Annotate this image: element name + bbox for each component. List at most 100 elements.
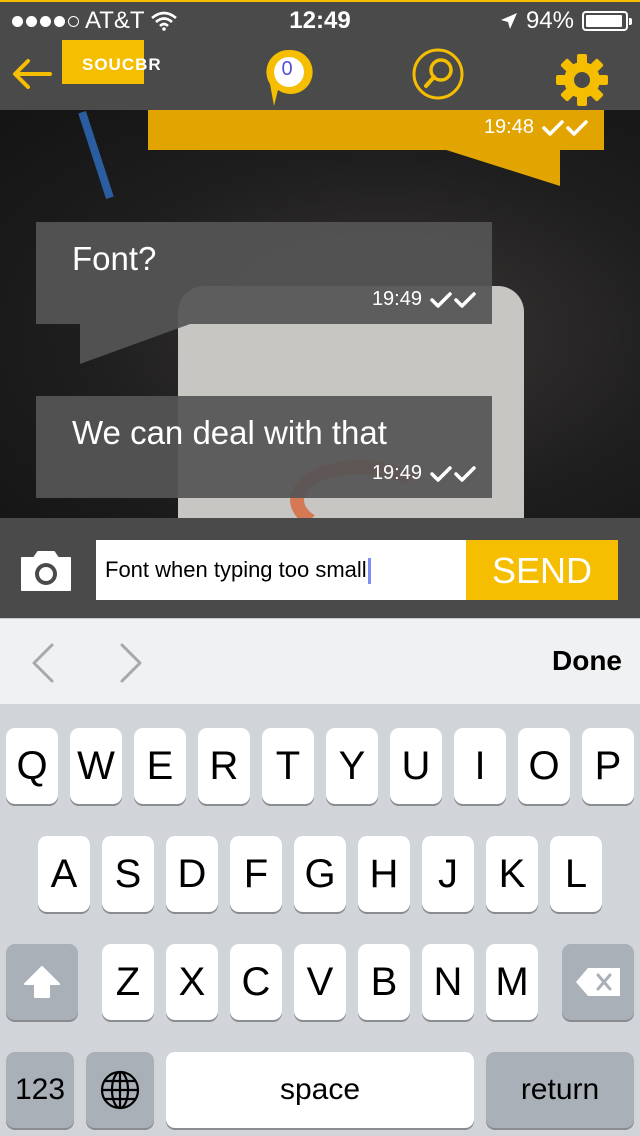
key-a[interactable]: A <box>38 836 90 912</box>
space-key-label: space <box>279 1073 361 1106</box>
return-key-label: return <box>520 1073 600 1106</box>
key-label: T <box>275 743 301 788</box>
message-meta: 19:49 <box>372 288 478 311</box>
chat-area[interactable]: 19:48 Font? 19:49 We can deal with that … <box>0 110 640 518</box>
message-text: We can deal with that <box>72 414 387 451</box>
notification-count: 0 <box>281 58 293 80</box>
key-d[interactable]: D <box>166 836 218 912</box>
key-label: Y <box>338 743 366 788</box>
key-label: K <box>498 851 526 896</box>
message-meta: 19:48 <box>484 116 590 139</box>
send-button[interactable]: SEND <box>466 540 618 600</box>
double-check-icon <box>430 465 476 482</box>
key-l[interactable]: L <box>550 836 602 912</box>
key-t[interactable]: T <box>262 728 314 804</box>
key-v[interactable]: V <box>294 944 346 1020</box>
key-label: G <box>304 851 336 896</box>
chevron-right-icon[interactable] <box>110 641 150 685</box>
key-p[interactable]: P <box>582 728 634 804</box>
status-right: 94% <box>500 7 632 35</box>
key-i[interactable]: I <box>454 728 506 804</box>
chevron-left-icon[interactable] <box>24 641 64 685</box>
key-x[interactable]: X <box>166 944 218 1020</box>
status-bar: AT&T 12:49 94% <box>0 0 640 40</box>
incoming-message[interactable]: Font? 19:49 <box>36 222 492 324</box>
message-input[interactable]: Font when typing too small <box>96 540 466 600</box>
message-meta: 19:49 <box>372 462 478 485</box>
key-label: M <box>495 959 529 1004</box>
key-label: J <box>438 851 458 896</box>
camera-icon[interactable] <box>18 548 74 594</box>
delete-key[interactable] <box>562 944 634 1020</box>
key-label: Q <box>16 743 48 788</box>
outgoing-message-tail <box>440 148 560 186</box>
key-y[interactable]: Y <box>326 728 378 804</box>
key-label: F <box>243 851 269 896</box>
key-label: U <box>401 743 431 788</box>
key-b[interactable]: B <box>358 944 410 1020</box>
key-label: A <box>50 851 78 896</box>
app-logo: SOUCBR <box>62 40 161 84</box>
key-label: P <box>594 743 622 788</box>
message-time: 19:49 <box>371 288 422 310</box>
keyboard: QWERTYUIOP ASDFGHJKL ZXCVBNM 123 space r… <box>0 704 640 1136</box>
composer-bar: Font when typing too small SEND <box>0 518 640 618</box>
key-label: L <box>564 851 588 896</box>
key-label: I <box>474 743 486 788</box>
key-n[interactable]: N <box>422 944 474 1020</box>
globe-icon <box>100 1070 140 1110</box>
key-u[interactable]: U <box>390 728 442 804</box>
numbers-key-label: 123 <box>14 1073 66 1106</box>
key-label: C <box>241 959 271 1004</box>
message-time: 19:48 <box>483 116 534 138</box>
incoming-message[interactable]: We can deal with that 19:49 <box>36 396 492 498</box>
key-h[interactable]: H <box>358 836 410 912</box>
message-text: Font? <box>72 240 157 277</box>
nav-bar: SOUCBR 0 <box>0 40 640 110</box>
notifications-button[interactable]: 0 <box>266 48 318 108</box>
shift-key[interactable] <box>6 944 78 1020</box>
key-q[interactable]: Q <box>6 728 58 804</box>
gear-icon[interactable] <box>554 52 610 108</box>
key-o[interactable]: O <box>518 728 570 804</box>
key-label: N <box>433 959 463 1004</box>
return-key[interactable]: return <box>486 1052 634 1128</box>
key-label: S <box>114 851 142 896</box>
keyboard-accessory-bar: Done <box>0 618 640 704</box>
message-time: 19:49 <box>371 462 422 484</box>
message-input-value: Font when typing too small <box>105 557 367 582</box>
key-e[interactable]: E <box>134 728 186 804</box>
numbers-key[interactable]: 123 <box>6 1052 74 1128</box>
key-w[interactable]: W <box>70 728 122 804</box>
key-k[interactable]: K <box>486 836 538 912</box>
outgoing-message[interactable]: 19:48 <box>148 110 604 150</box>
key-f[interactable]: F <box>230 836 282 912</box>
key-label: X <box>178 959 206 1004</box>
status-accent-line <box>0 0 640 2</box>
search-icon[interactable] <box>410 46 466 102</box>
key-label: R <box>209 743 239 788</box>
key-g[interactable]: G <box>294 836 346 912</box>
key-label: H <box>369 851 399 896</box>
arrow-left-icon[interactable] <box>10 54 54 94</box>
key-r[interactable]: R <box>198 728 250 804</box>
key-label: Z <box>115 959 141 1004</box>
globe-key[interactable] <box>86 1052 154 1128</box>
key-label: B <box>370 959 398 1004</box>
key-s[interactable]: S <box>102 836 154 912</box>
backspace-icon <box>576 968 620 996</box>
key-label: E <box>146 743 174 788</box>
key-z[interactable]: Z <box>102 944 154 1020</box>
key-label: D <box>177 851 207 896</box>
done-button[interactable]: Done <box>552 645 622 677</box>
text-caret <box>367 558 371 585</box>
background-photo-detail <box>78 110 114 200</box>
key-c[interactable]: C <box>230 944 282 1020</box>
double-check-icon <box>542 119 588 136</box>
shift-icon <box>24 966 60 998</box>
key-j[interactable]: J <box>422 836 474 912</box>
key-label: W <box>77 743 115 788</box>
incoming-message-tail <box>80 324 190 364</box>
key-m[interactable]: M <box>486 944 538 1020</box>
space-key[interactable]: space <box>166 1052 474 1128</box>
